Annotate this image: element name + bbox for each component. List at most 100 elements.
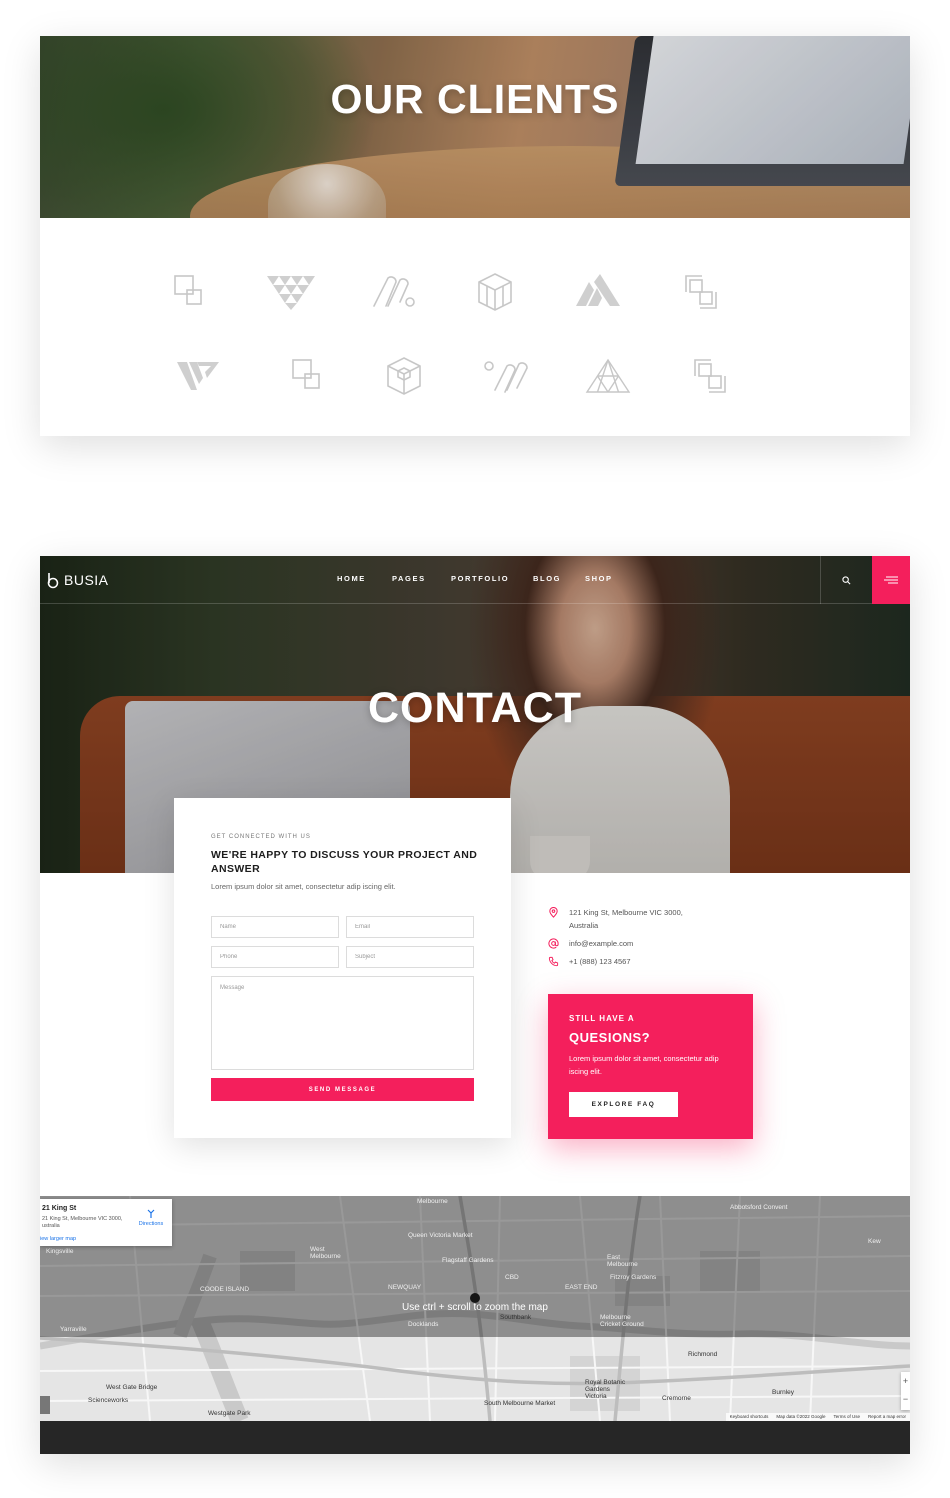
map-label-west-gate-bridge: West Gate Bridge xyxy=(106,1384,158,1391)
map-label-scienceworks: Scienceworks xyxy=(88,1397,129,1404)
client-logos-grid xyxy=(40,218,910,436)
map-label-southbank: Southbank xyxy=(500,1314,532,1321)
search-button[interactable] xyxy=(820,556,872,604)
triangle-grid-logo-icon[interactable] xyxy=(583,356,633,396)
map-label-cbd: CBD xyxy=(505,1274,519,1281)
map-label-kingsville: Kingsville xyxy=(46,1248,74,1255)
place-title: 21 King St xyxy=(42,1205,77,1212)
map-place-card: 21 King St 21 King St, Melbourne VIC 300… xyxy=(40,1199,172,1246)
map-label-newquay: NEWQUAY xyxy=(388,1284,422,1291)
place-address: 21 King St, Melbourne VIC 3000, ustralia xyxy=(42,1216,123,1229)
directions-button[interactable]: Directions xyxy=(136,1209,166,1227)
main-menu: HOME PAGES PORTFOLIO BLOG SHOP xyxy=(337,574,625,583)
map-label-queen-victoria-market: Queen Victoria Market xyxy=(408,1232,473,1239)
search-icon xyxy=(842,575,851,584)
menu-item-pages[interactable]: PAGES xyxy=(392,574,451,583)
contact-phone[interactable]: +1 (888) 123 4567 xyxy=(569,955,631,968)
faq-box: STILL HAVE A QUESIONS? Lorem ipsum dolor… xyxy=(548,994,753,1139)
corner-squares-logo-icon[interactable] xyxy=(676,272,726,312)
map-label-flagstaff: Flagstaff Gardens xyxy=(442,1257,494,1264)
keyboard-shortcuts-link[interactable]: Keyboard shortcuts xyxy=(730,1413,769,1421)
phone-input[interactable] xyxy=(211,946,339,968)
contact-form-card: GET CONNECTED WITH US WE'RE HAPPY TO DIS… xyxy=(174,798,511,1138)
triangles-logo-icon[interactable] xyxy=(265,272,315,312)
location-pin-icon xyxy=(549,907,558,918)
a-stripes-logo-icon[interactable] xyxy=(572,272,622,312)
hex-cube-logo-icon[interactable] xyxy=(379,356,429,396)
address-line-2: Australia xyxy=(569,921,599,930)
message-textarea[interactable] xyxy=(211,976,474,1070)
squares-logo-icon[interactable] xyxy=(283,356,333,396)
map-label-docklands: Docklands xyxy=(408,1321,439,1328)
subject-input[interactable] xyxy=(346,946,474,968)
menu-item-blog[interactable]: BLOG xyxy=(533,574,585,583)
email-row: info@example.com xyxy=(548,937,633,950)
faq-text: Lorem ipsum dolor sit amet, consectetur … xyxy=(569,1054,719,1076)
map-label-royal-botanic: Royal Botanic Gardens Victoria xyxy=(585,1379,626,1400)
map-data-label: Map data ©2022 Google xyxy=(776,1414,826,1419)
map-label-coode-island: COODE ISLAND xyxy=(200,1286,250,1293)
top-navigation: BUSIA HOME PAGES PORTFOLIO BLOG SHOP xyxy=(40,556,910,604)
send-message-button[interactable]: SEND MESSAGE xyxy=(211,1078,474,1101)
email-input[interactable] xyxy=(346,916,474,938)
clients-hero-image xyxy=(40,36,910,218)
w-logo-icon[interactable] xyxy=(173,356,223,396)
name-input[interactable] xyxy=(211,916,339,938)
contact-page: BUSIA HOME PAGES PORTFOLIO BLOG SHOP CON… xyxy=(40,556,910,1454)
terms-link[interactable]: Terms of Use xyxy=(833,1413,860,1421)
view-larger-map-link[interactable]: iew larger map xyxy=(40,1236,76,1242)
hamburger-icon xyxy=(884,576,898,584)
map-zoom-hint: Use ctrl + scroll to zoom the map xyxy=(402,1302,548,1313)
clients-section: OUR CLIENTS xyxy=(40,36,910,436)
faq-title: QUESIONS? xyxy=(569,1030,651,1045)
menu-item-home[interactable]: HOME xyxy=(337,574,392,583)
menu-item-shop[interactable]: SHOP xyxy=(585,574,625,583)
form-lead: Lorem ipsum dolor sit amet, consectetur … xyxy=(211,882,396,891)
at-sign-icon xyxy=(548,938,559,949)
menu-toggle-button[interactable] xyxy=(872,556,910,604)
brand-mark-icon xyxy=(47,573,59,589)
map-label-burnley: Burnley xyxy=(772,1389,795,1396)
google-map[interactable]: Melbourne West Melbourne Kingsville Abbo… xyxy=(40,1196,910,1421)
footer-band xyxy=(40,1421,910,1454)
address-line-1: 121 King St, Melbourne VIC 3000, xyxy=(569,908,683,917)
map-label-south-melbourne-market: South Melbourne Market xyxy=(484,1400,556,1407)
zoom-in-button[interactable]: + xyxy=(901,1372,910,1390)
brand-name: BUSIA xyxy=(64,572,109,588)
map-label-yarraville: Yarraville xyxy=(60,1326,87,1333)
map-label-mcg: Melbourne Cricket Ground xyxy=(600,1314,644,1328)
m-swirl-logo-icon[interactable] xyxy=(368,272,418,312)
map-zoom-control: + − xyxy=(901,1372,910,1410)
phone-icon xyxy=(548,956,559,967)
map-label-melbourne: Melbourne xyxy=(417,1198,448,1205)
phone-row: +1 (888) 123 4567 xyxy=(548,955,631,968)
map-label-east-melbourne: East Melbourne xyxy=(607,1254,638,1268)
contact-title: CONTACT xyxy=(367,684,582,732)
directions-label: Directions xyxy=(138,1221,164,1227)
contact-email[interactable]: info@example.com xyxy=(569,937,633,950)
map-label-abbotsford: Abbotsford Convent xyxy=(730,1204,788,1211)
cube-logo-icon[interactable] xyxy=(470,272,520,312)
map-label-west-melbourne: West Melbourne xyxy=(310,1246,341,1260)
faq-eyebrow: STILL HAVE A xyxy=(569,1014,635,1023)
w-swirl-logo-icon[interactable] xyxy=(481,356,531,396)
form-eyebrow: GET CONNECTED WITH US xyxy=(211,834,311,840)
squares-logo-icon[interactable] xyxy=(165,272,215,312)
address-row: 121 King St, Melbourne VIC 3000, Australi… xyxy=(548,906,683,932)
explore-faq-button[interactable]: EXPLORE FAQ xyxy=(569,1092,678,1117)
map-label-cremorne: Cremorne xyxy=(662,1395,691,1402)
map-label-fitzroy-gardens: Fitzroy Gardens xyxy=(610,1274,657,1281)
map-label-richmond: Richmond xyxy=(688,1351,718,1358)
clients-title: OUR CLIENTS xyxy=(330,76,620,122)
map-label-east-end: EAST END xyxy=(565,1284,598,1291)
directions-icon xyxy=(147,1209,155,1218)
report-error-link[interactable]: Report a map error xyxy=(868,1413,906,1421)
form-heading: WE'RE HAPPY TO DISCUSS YOUR PROJECT AND … xyxy=(211,849,478,875)
map-label-kew: Kew xyxy=(868,1238,881,1245)
menu-item-portfolio[interactable]: PORTFOLIO xyxy=(451,574,533,583)
map-label-westgate-park: Westgate Park xyxy=(208,1410,251,1417)
brand-logo[interactable]: BUSIA xyxy=(46,570,109,590)
street-view-pegman-icon[interactable] xyxy=(40,1396,50,1414)
zoom-out-button[interactable]: − xyxy=(901,1390,910,1408)
corner-squares-logo-icon[interactable] xyxy=(685,356,735,396)
